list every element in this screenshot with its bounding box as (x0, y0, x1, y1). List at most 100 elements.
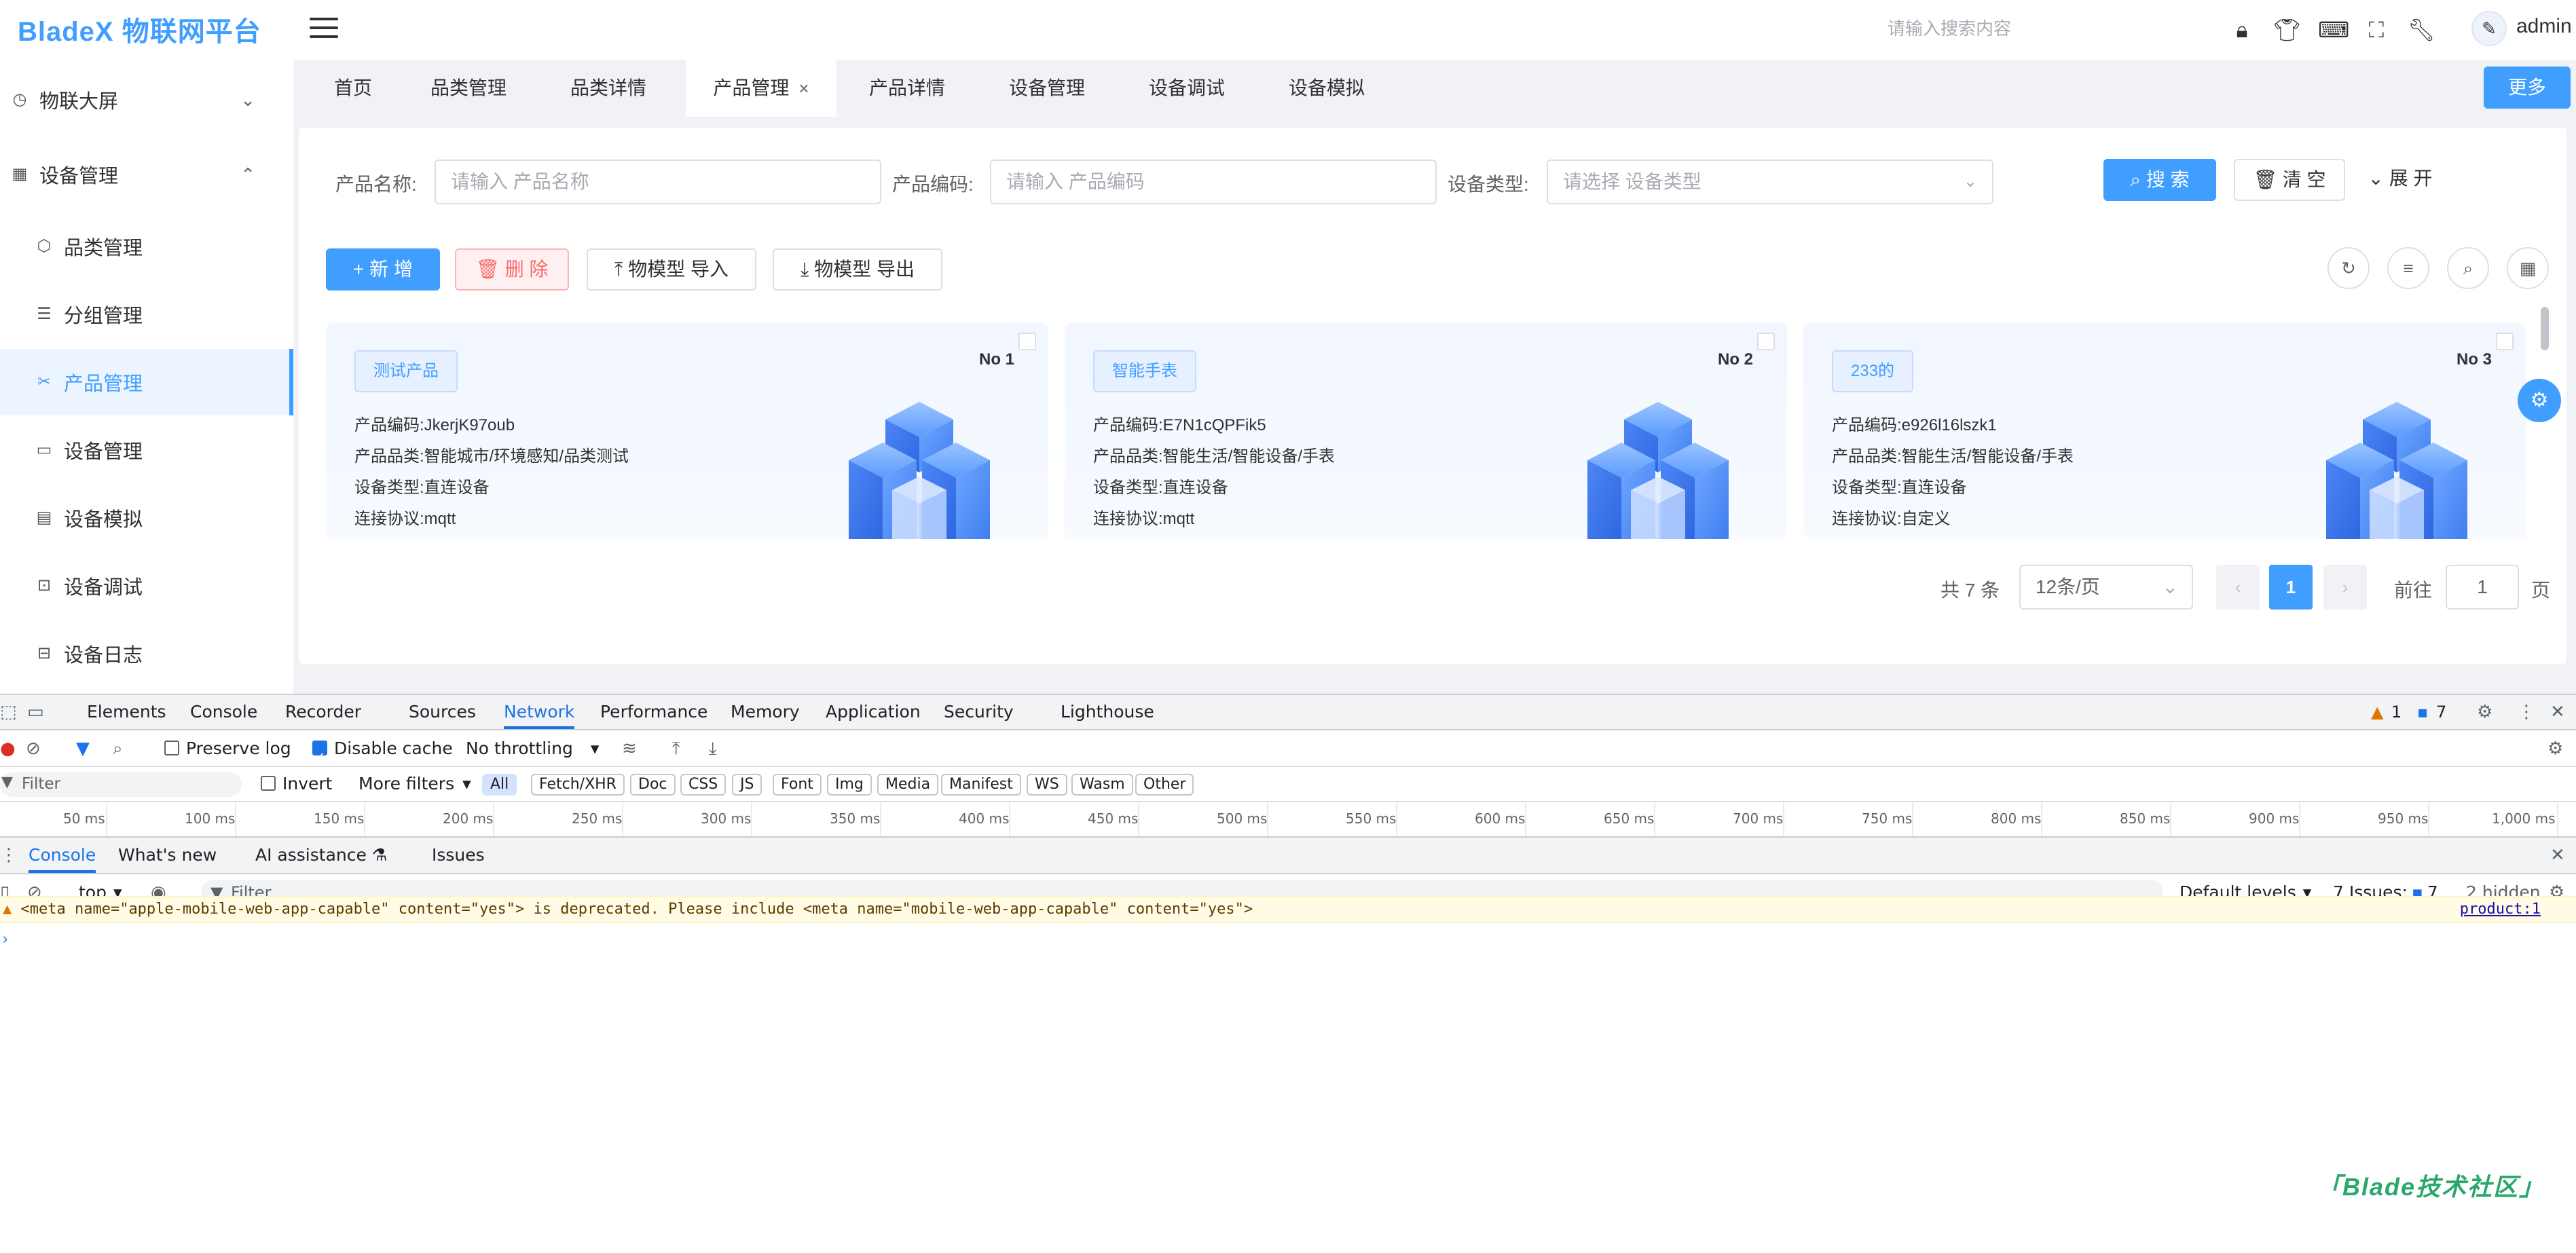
download-icon[interactable]: ⤓ (709, 732, 717, 766)
network-timeline[interactable]: 50 ms 100 ms 150 ms 200 ms 250 ms 300 ms 350 m… (0, 802, 2576, 838)
filter-chip-css[interactable]: CSS (680, 774, 726, 796)
prev-page-button[interactable]: ‹ (2216, 565, 2260, 610)
product-name-tag[interactable]: 测试产品 (354, 350, 458, 392)
product-code-input[interactable]: 请输入 产品编码 (990, 160, 1437, 204)
tab-device[interactable]: 设备管理 (999, 60, 1094, 117)
disable-cache-checkbox[interactable]: Disable cache (312, 730, 453, 776)
product-card[interactable]: 测试产品 No 1 产品编码:JkerjK97oub 产品品类:智能城市/环境感… (326, 323, 1048, 539)
import-model-button[interactable]: ⤒ 物模型 导入 (587, 248, 756, 291)
network-conditions-icon[interactable]: ≋ (622, 732, 637, 766)
goto-page-input[interactable]: 1 (2446, 565, 2519, 610)
product-card[interactable]: 智能手表 No 2 产品编码:E7N1cQPFik5 产品品类:智能生活/智能设… (1065, 323, 1787, 539)
warning-source-link[interactable]: product:1 (2460, 897, 2541, 922)
preserve-log-checkbox[interactable]: Preserve log (164, 730, 291, 767)
settings-gear-icon[interactable]: ⚙ (2477, 695, 2492, 729)
close-drawer-icon[interactable]: ✕ (2550, 838, 2565, 873)
filter-icon[interactable]: ▼ (76, 732, 90, 766)
product-name-tag[interactable]: 智能手表 (1093, 350, 1196, 392)
tab-category[interactable]: 品类管理 (421, 60, 516, 117)
tab-device-simulate[interactable]: 设备模拟 (1279, 60, 1374, 117)
devtools-tab-elements[interactable]: Elements (87, 695, 166, 729)
tab-home[interactable]: 首页 (319, 60, 387, 117)
throttling-select[interactable]: No throttling ▾ (466, 730, 599, 767)
tab-category-detail[interactable]: 品类详情 (561, 60, 656, 117)
devtools-tab-recorder[interactable]: Recorder (285, 695, 361, 729)
filter-chip-wasm[interactable]: Wasm (1071, 774, 1133, 796)
translate-icon[interactable]: ⌨︎ (2318, 16, 2349, 43)
devtools-tab-memory[interactable]: Memory (731, 695, 800, 729)
sidebar-item-product[interactable]: ✂ 产品管理 (0, 349, 293, 415)
console-prompt[interactable]: › (3, 930, 7, 948)
user-name[interactable]: admin (2516, 15, 2572, 38)
network-filter-input[interactable]: ▼ Filter (0, 772, 242, 797)
search-button[interactable]: ⌕ 搜 索 (2103, 159, 2216, 201)
sidebar-item-device[interactable]: ▭ 设备管理 (0, 417, 293, 483)
next-page-button[interactable]: › (2323, 565, 2367, 610)
refresh-icon[interactable]: ↻ (2327, 247, 2370, 289)
cards-scrollbar[interactable] (2541, 307, 2549, 350)
clear-icon[interactable]: ⊘ (26, 732, 41, 766)
filter-chip-manifest[interactable]: Manifest (941, 774, 1021, 796)
expand-button[interactable]: ⌄ 展 开 (2361, 159, 2439, 201)
sidebar-item-simulate[interactable]: ▤ 设备模拟 (0, 485, 293, 551)
lock-icon[interactable]: 🔒︎ (2228, 16, 2256, 43)
device-type-select[interactable]: 请选择 设备类型 ⌄ (1547, 160, 1993, 204)
network-settings-icon[interactable]: ⚙ (2547, 732, 2563, 766)
devtools-tab-performance[interactable]: Performance (600, 695, 707, 729)
sidebar-group-dashboard[interactable]: ◷ 物联大屏 ⌄ (0, 67, 293, 133)
drawer-tab-console[interactable]: Console (29, 838, 96, 873)
settings-gear-icon[interactable]: ⚙ (2518, 379, 2561, 422)
card-checkbox[interactable] (1757, 333, 1775, 350)
filter-chip-media[interactable]: Media (877, 774, 939, 796)
filter-chip-img[interactable]: Img (827, 774, 872, 796)
devtools-tab-network[interactable]: Network (504, 695, 575, 729)
avatar[interactable]: ✎ (2471, 11, 2507, 46)
drawer-menu-icon[interactable]: ⋮ (0, 838, 18, 873)
devtools-tab-security[interactable]: Security (944, 695, 1014, 729)
device-toggle-icon[interactable]: ▭ (27, 695, 44, 729)
sidebar-group-device[interactable]: ▦ 设备管理 ⌃ (0, 141, 293, 208)
search-toggle-icon[interactable]: ⌕ (2447, 247, 2489, 289)
devtools-tab-application[interactable]: Application (826, 695, 921, 729)
sidebar-item-debug[interactable]: ⊡ 设备调试 (0, 553, 293, 619)
filter-chip-doc[interactable]: Doc (630, 774, 676, 796)
delete-button[interactable]: 🗑︎ 删 除 (455, 248, 569, 291)
record-icon[interactable]: ● (0, 732, 16, 766)
page-size-select[interactable]: 12条/页 ⌄ (2019, 565, 2193, 610)
shirt-icon[interactable]: 👕︎ (2273, 16, 2301, 43)
more-filters-dropdown[interactable]: More filters ▾ (358, 766, 471, 802)
column-settings-icon[interactable]: ≡ (2387, 247, 2429, 289)
menu-toggle-icon[interactable] (310, 18, 338, 41)
product-name-tag[interactable]: 233的 (1832, 350, 1914, 392)
sidebar-item-group[interactable]: ☰ 分组管理 (0, 281, 293, 348)
devtools-tab-lighthouse[interactable]: Lighthouse (1061, 695, 1154, 729)
tab-product-detail[interactable]: 产品详情 (860, 60, 955, 117)
close-icon[interactable]: ✕ (2550, 695, 2565, 729)
kebab-menu-icon[interactable]: ⋮ (2518, 695, 2535, 729)
export-model-button[interactable]: ⤓ 物模型 导出 (773, 248, 942, 291)
filter-chip-fetch[interactable]: Fetch/XHR (531, 774, 625, 796)
add-button[interactable]: + 新 增 (326, 248, 440, 291)
clear-button[interactable]: 🗑︎ 清 空 (2234, 159, 2345, 201)
upload-icon[interactable]: ⤒ (672, 732, 680, 766)
invert-checkbox[interactable]: Invert (261, 766, 332, 802)
tool-icon[interactable]: 🔧︎ (2408, 16, 2435, 43)
fullscreen-icon[interactable]: ⛶ (2363, 16, 2390, 43)
issues-icon[interactable]: ▪ (2417, 695, 2428, 729)
devtools-tab-sources[interactable]: Sources (409, 695, 476, 729)
inspect-icon[interactable]: ⬚ (0, 695, 17, 729)
drawer-tab-whats-new[interactable]: What's new (118, 838, 217, 873)
devtools-tab-console[interactable]: Console (190, 695, 257, 729)
tab-product[interactable]: 产品管理 × (686, 60, 836, 117)
card-checkbox[interactable] (2496, 333, 2514, 350)
app-logo[interactable]: BladeX 物联网平台 (18, 10, 261, 49)
filter-chip-js[interactable]: JS (732, 774, 762, 796)
filter-chip-ws[interactable]: WS (1027, 774, 1067, 796)
sidebar-item-category[interactable]: ⬡ 品类管理 (0, 213, 293, 280)
drawer-tab-ai-assistance[interactable]: AI assistance ⚗ (255, 838, 387, 873)
card-checkbox[interactable] (1018, 333, 1036, 350)
grid-view-icon[interactable]: ▦ (2507, 247, 2549, 289)
product-card[interactable]: 233的 No 3 产品编码:e926l16lszk1 产品品类:智能生活/智能… (1803, 323, 2526, 539)
tab-device-debug[interactable]: 设备调试 (1139, 60, 1234, 117)
filter-chip-all[interactable]: All (482, 774, 517, 796)
